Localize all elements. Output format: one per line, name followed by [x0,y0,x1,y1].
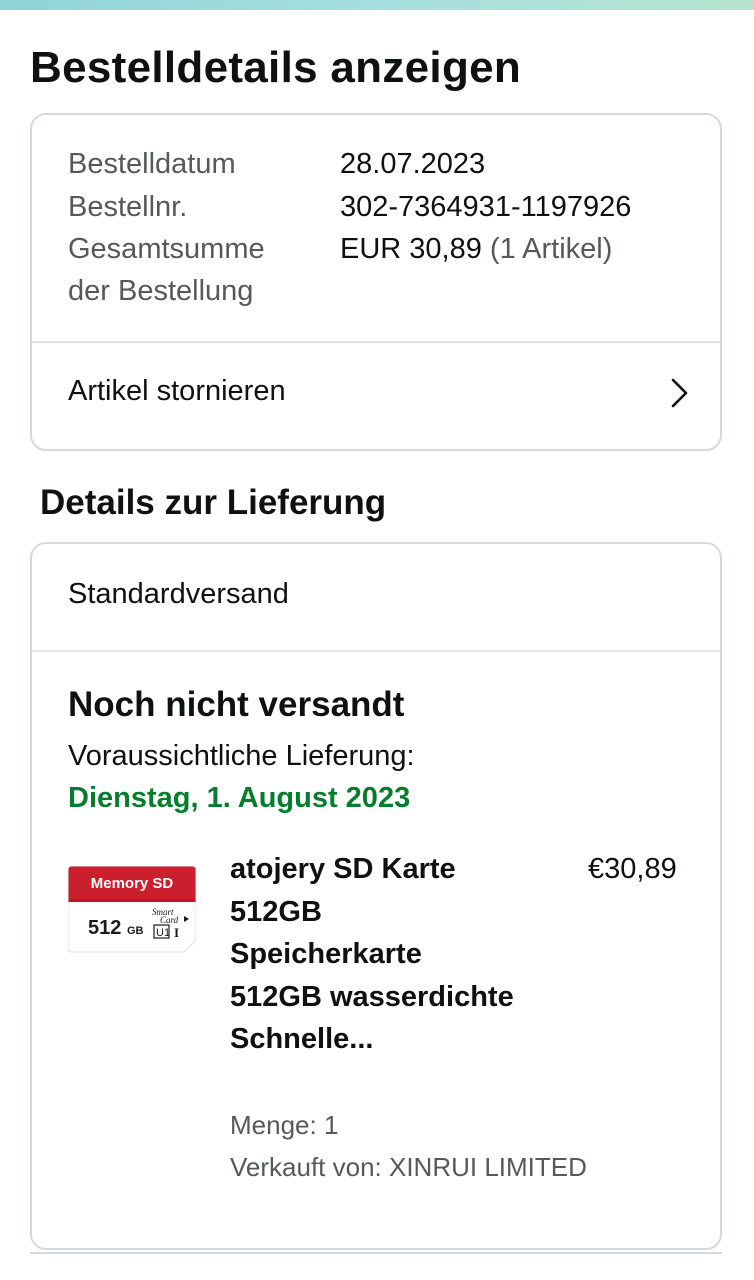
order-total-value-group: EUR 30,89 (1 Artikel) [340,228,612,270]
delivery-estimate-label: Voraussichtliche Lieferung: [68,740,415,772]
top-accent-stripe [0,0,754,10]
order-number-row: Bestellnr. 302-7364931-1197926 [68,186,708,228]
product-title-link[interactable]: atojery SD Karte 512GB Speicherkarte 512… [230,848,520,1061]
product-image-unit: GB [127,925,144,937]
product-image-capacity: 512 [88,917,121,939]
order-total-row: Gesamtsumme der Bestellung EUR 30,89 (1 … [68,228,708,312]
order-number-label: Bestellnr. [68,191,188,223]
order-date-row: Bestelldatum 28.07.2023 [68,143,708,186]
product-image-line2: Card [160,915,179,925]
order-summary: Bestelldatum 28.07.2023 Bestellnr. 302-7… [68,143,708,312]
delivery-section-title: Details zur Lieferung [40,483,387,522]
product-image-brand: Memory SD [91,875,174,892]
product-price: €30,89 [588,853,677,885]
product-image[interactable]: Memory SD 512 GB Smart Card U1 I [68,866,196,958]
product-seller: Verkauft von: XINRUI LIMITED [230,1152,587,1182]
page-title: Bestelldetails anzeigen [30,43,522,92]
order-item-count: (1 Artikel) [489,233,613,265]
cancel-items-label: Artikel stornieren [68,375,286,407]
order-total-label: Gesamtsumme der Bestellung [68,233,265,307]
delivery-estimate-date: Dienstag, 1. August 2023 [68,782,411,814]
order-summary-card: Bestelldatum 28.07.2023 Bestellnr. 302-7… [30,113,722,451]
order-number-value: 302-7364931-1197926 [340,191,632,223]
shipping-method: Standardversand [68,578,289,610]
order-date-label: Bestelldatum [68,148,236,180]
product-image-class: U1 [156,927,170,939]
divider [32,650,720,652]
product-image-speed: I [174,925,179,940]
chevron-right-icon [671,378,688,408]
cancel-items-button[interactable]: Artikel stornieren [32,343,720,449]
bottom-divider [30,1252,722,1254]
delivery-card: Standardversand Noch nicht versandt Vora… [30,542,722,1250]
order-total-value: EUR 30,89 [340,233,482,265]
order-date-value: 28.07.2023 [340,148,486,180]
shipment-status: Noch nicht versandt [68,685,405,724]
product-quantity: Menge: 1 [230,1110,339,1140]
